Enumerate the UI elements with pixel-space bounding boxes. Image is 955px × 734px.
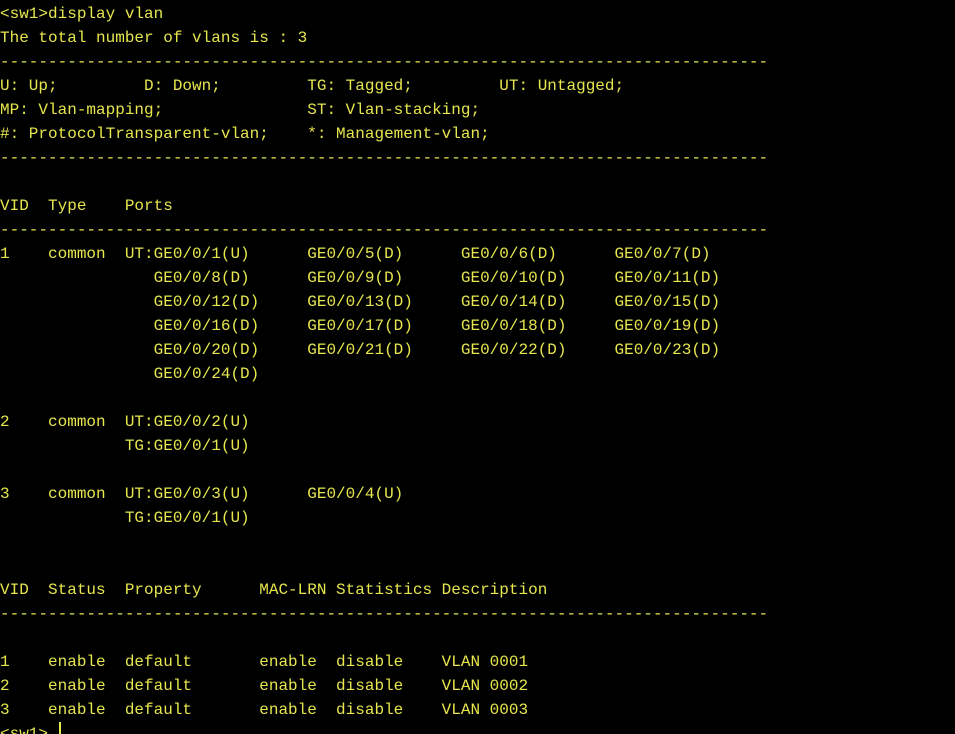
vlan-status-row: 1 enable default enable disable VLAN 000… [0, 653, 529, 671]
legend-line: MP: Vlan-mapping; ST: Vlan-stacking; [0, 101, 481, 119]
vlan-port-row: GE0/0/16(D) GE0/0/17(D) GE0/0/18(D) GE0/… [0, 317, 721, 335]
vlan-port-row: TG:GE0/0/1(U) [0, 437, 250, 455]
vlan-port-row: GE0/0/8(D) GE0/0/9(D) GE0/0/10(D) GE0/0/… [0, 269, 721, 287]
status-table-header: VID Status Property MAC-LRN Statistics D… [0, 581, 548, 599]
vlan-status-row: 2 enable default enable disable VLAN 000… [0, 677, 529, 695]
ports-table-header: VID Type Ports [0, 197, 173, 215]
command-line: <sw1>display vlan [0, 5, 164, 23]
text-cursor [59, 722, 61, 734]
separator-line: ----------------------------------------… [0, 605, 769, 623]
prompt-line[interactable]: <sw1> [0, 722, 48, 734]
vlan-port-row: GE0/0/12(D) GE0/0/13(D) GE0/0/14(D) GE0/… [0, 293, 721, 311]
vlan-port-row: GE0/0/24(D) [0, 365, 260, 383]
separator-line: ----------------------------------------… [0, 53, 769, 71]
separator-line: ----------------------------------------… [0, 149, 769, 167]
vlan-status-row: 3 enable default enable disable VLAN 000… [0, 701, 529, 719]
vlan-port-row: TG:GE0/0/1(U) [0, 509, 250, 527]
vlan-port-row: 3 common UT:GE0/0/3(U) GE0/0/4(U) [0, 485, 404, 503]
terminal-window[interactable]: <sw1>display vlan The total number of vl… [0, 0, 955, 734]
vlan-port-row: GE0/0/20(D) GE0/0/21(D) GE0/0/22(D) GE0/… [0, 341, 721, 359]
vlan-port-row: 1 common UT:GE0/0/1(U) GE0/0/5(D) GE0/0/… [0, 245, 711, 263]
legend-line: #: ProtocolTransparent-vlan; *: Manageme… [0, 125, 490, 143]
vlan-port-row: 2 common UT:GE0/0/2(U) [0, 413, 250, 431]
vlan-count-line: The total number of vlans is : 3 [0, 29, 308, 47]
legend-line: U: Up; D: Down; TG: Tagged; UT: Untagged… [0, 77, 625, 95]
separator-line: ----------------------------------------… [0, 221, 769, 239]
